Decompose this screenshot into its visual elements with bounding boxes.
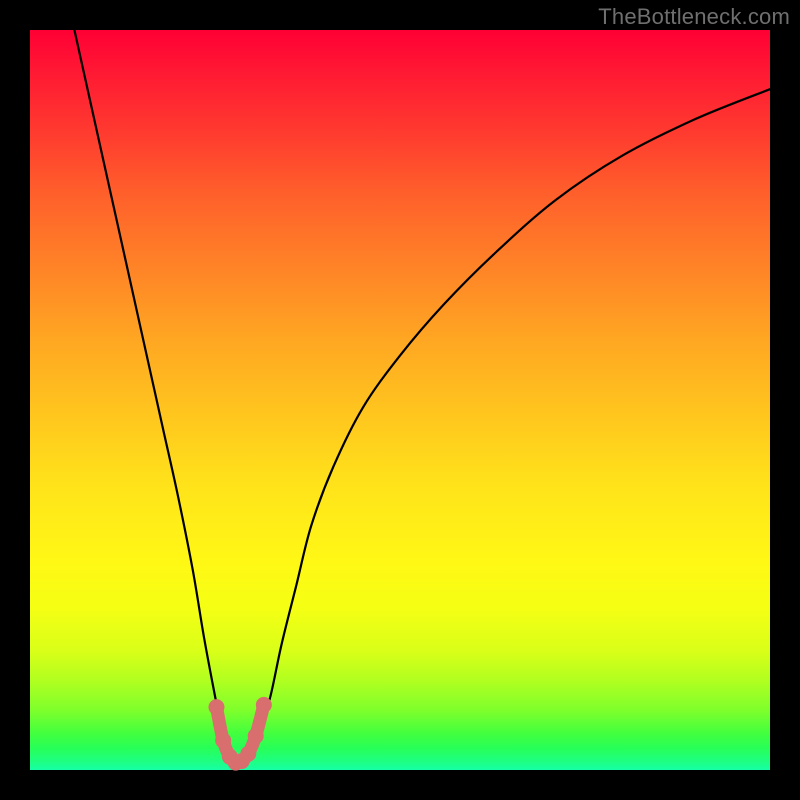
trough-marker [256, 697, 272, 713]
trough-marker [208, 699, 224, 715]
trough-marker [240, 746, 256, 762]
chart-svg [30, 30, 770, 770]
bottleneck-curve [74, 30, 770, 764]
plot-area [30, 30, 770, 770]
chart-frame: TheBottleneck.com [0, 0, 800, 800]
trough-marker [215, 732, 231, 748]
trough-marker [248, 728, 264, 744]
watermark-text: TheBottleneck.com [598, 4, 790, 30]
